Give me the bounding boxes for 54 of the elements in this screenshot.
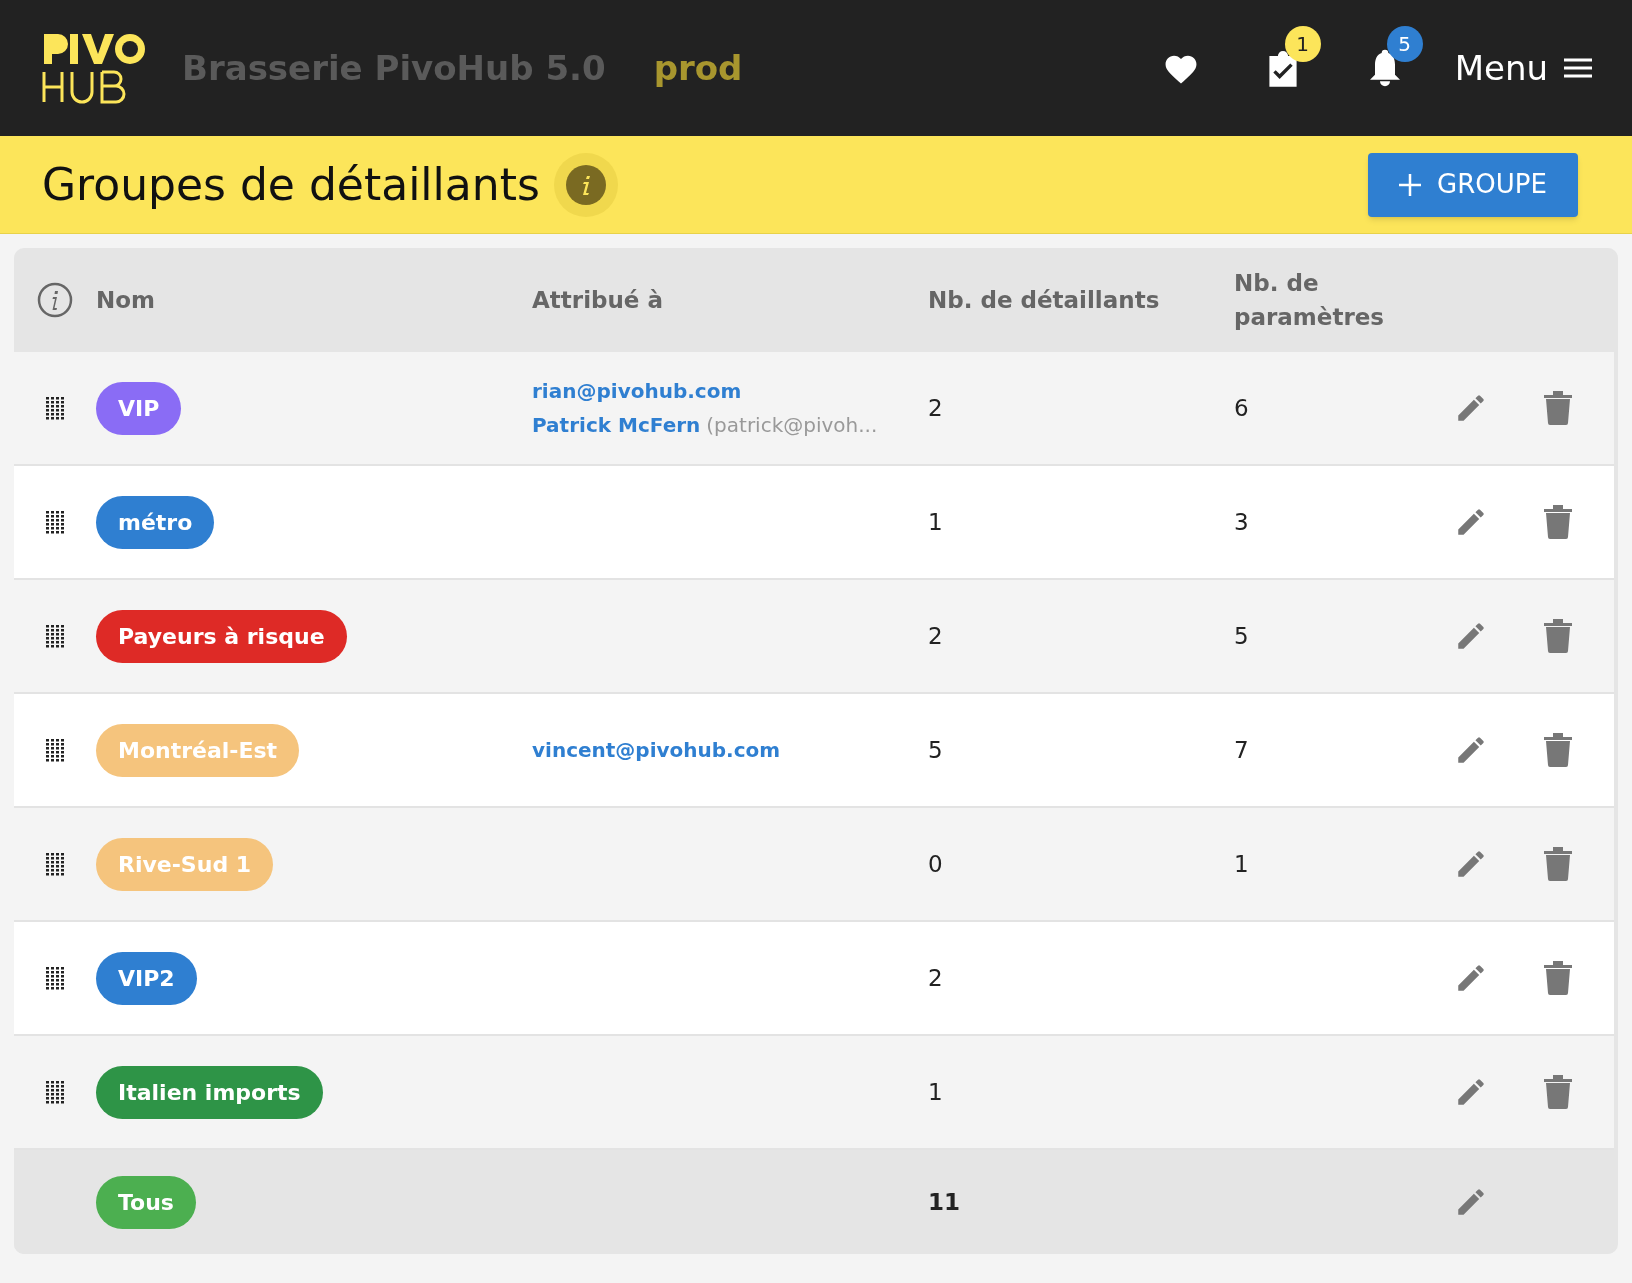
drag-handle-icon[interactable] [45, 624, 65, 648]
app-name: Brasserie PivoHub 5.0 [182, 46, 606, 90]
drag-handle-icon[interactable] [45, 966, 65, 990]
environment-label: prod [653, 46, 743, 90]
group-tag[interactable]: VIP [96, 381, 182, 435]
table-cell: 2 [928, 964, 943, 991]
column-header: Attribué à [532, 287, 663, 313]
table-cell: 2 [928, 394, 943, 421]
count-badge: 1 [1284, 26, 1321, 62]
drag-handle-icon[interactable] [45, 510, 65, 534]
table-cell: 1 [928, 508, 943, 535]
trash-icon[interactable] [1544, 961, 1572, 995]
drag-handle-icon[interactable] [45, 738, 65, 762]
drag-handle-icon[interactable] [45, 1080, 65, 1104]
table-cell: 5 [1234, 622, 1249, 649]
column-header: Nb. de paramètres [1234, 269, 1384, 332]
plus-icon [1399, 173, 1422, 196]
trash-icon[interactable] [1544, 619, 1572, 653]
trash-icon[interactable] [1544, 505, 1572, 539]
assignee-link[interactable]: rian@pivohub.com [532, 376, 742, 406]
menu-button[interactable]: Menu [1454, 42, 1592, 94]
table-cell: 11 [928, 1188, 960, 1215]
table-cell: 3 [1234, 508, 1249, 535]
tasks-button[interactable]: 1 [1242, 28, 1323, 108]
table-cell: 0 [928, 850, 943, 877]
trash-icon[interactable] [1544, 391, 1572, 425]
trash-icon[interactable] [1544, 847, 1572, 881]
group-tag[interactable]: VIP2 [96, 951, 197, 1005]
table-cell: 2 [928, 622, 943, 649]
table-cell: 6 [1234, 394, 1249, 421]
assignee-link[interactable]: Patrick McFern [532, 410, 701, 440]
notifications-button[interactable]: 5 [1344, 28, 1425, 108]
count-badge: 5 [1386, 26, 1423, 62]
add-group-button[interactable]: GROUPE [1368, 152, 1578, 217]
column-header: Nb. de détaillants [928, 287, 1160, 313]
trash-icon[interactable] [1544, 1075, 1572, 1109]
table-cell: 1 [1234, 850, 1249, 877]
group-tag[interactable]: métro [96, 495, 215, 549]
table-cell: 7 [1234, 736, 1249, 763]
page-title: Groupes de détaillants [42, 157, 540, 212]
menu-icon [1564, 57, 1592, 79]
assignee-email: (patrick@pivoh... [706, 412, 878, 439]
trash-icon[interactable] [1544, 733, 1572, 767]
group-tag[interactable]: Payeurs à risque [96, 609, 347, 663]
info-icon [565, 164, 606, 205]
table-cell: 5 [928, 736, 943, 763]
drag-handle-icon[interactable] [45, 396, 65, 420]
drag-handle-icon[interactable] [45, 852, 65, 876]
column-header: Nom [96, 287, 156, 313]
info-icon[interactable] [37, 282, 73, 318]
table-cell: 1 [928, 1078, 943, 1105]
group-tag[interactable]: Italien imports [96, 1065, 323, 1119]
group-tag[interactable]: Tous [96, 1175, 196, 1229]
assignee-link[interactable]: vincent@pivohub.com [532, 735, 781, 765]
